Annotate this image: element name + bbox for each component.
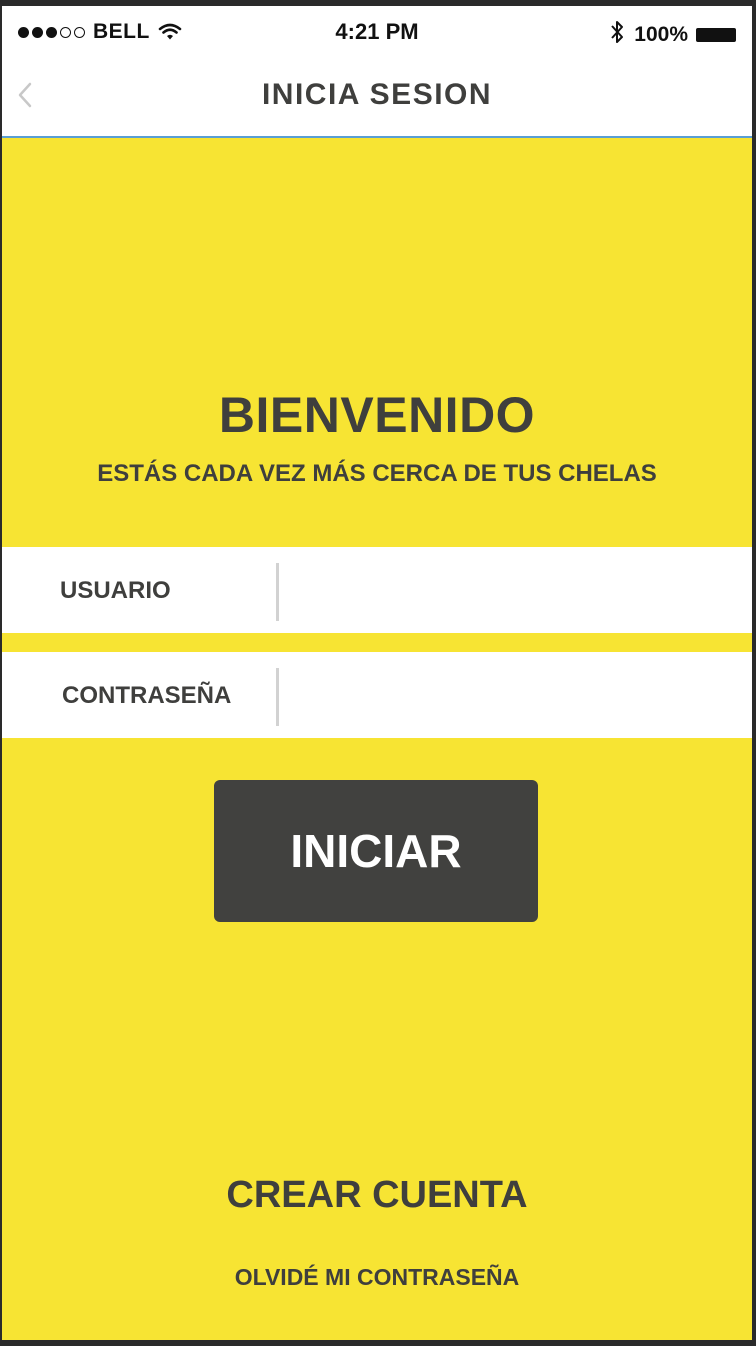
field-divider bbox=[276, 563, 279, 621]
username-label: USUARIO bbox=[60, 577, 171, 604]
status-right: 100% bbox=[610, 19, 736, 50]
welcome-heading: BIENVENIDO bbox=[218, 387, 536, 443]
password-label: CONTRASEÑA bbox=[62, 682, 232, 709]
status-bar: BELL 4:21 PM 100% bbox=[2, 6, 752, 58]
login-button[interactable]: INICIAR bbox=[214, 780, 538, 922]
forgot-password-link[interactable]: OLVIDÉ MI CONTRASEÑA bbox=[2, 1264, 752, 1291]
battery-percentage: 100% bbox=[634, 22, 688, 46]
welcome-subheading: ESTÁS CADA VEZ MÁS CERCA DE TUS CHELAS bbox=[97, 460, 657, 487]
page-title: INICIA SESION bbox=[261, 78, 493, 111]
password-input[interactable] bbox=[292, 662, 736, 730]
username-input[interactable] bbox=[292, 557, 736, 625]
username-row: USUARIO bbox=[2, 547, 752, 633]
bluetooth-icon bbox=[610, 19, 624, 50]
battery-icon bbox=[696, 27, 736, 42]
field-divider bbox=[276, 668, 279, 726]
create-account-link[interactable]: CREAR CUENTA bbox=[2, 1174, 752, 1217]
password-row: CONTRASEÑA bbox=[2, 652, 752, 738]
navigation-bar: INICIA SESION bbox=[2, 58, 752, 138]
app-screen: BELL 4:21 PM 100% INICIA SESION BIENVENI… bbox=[2, 6, 752, 1340]
